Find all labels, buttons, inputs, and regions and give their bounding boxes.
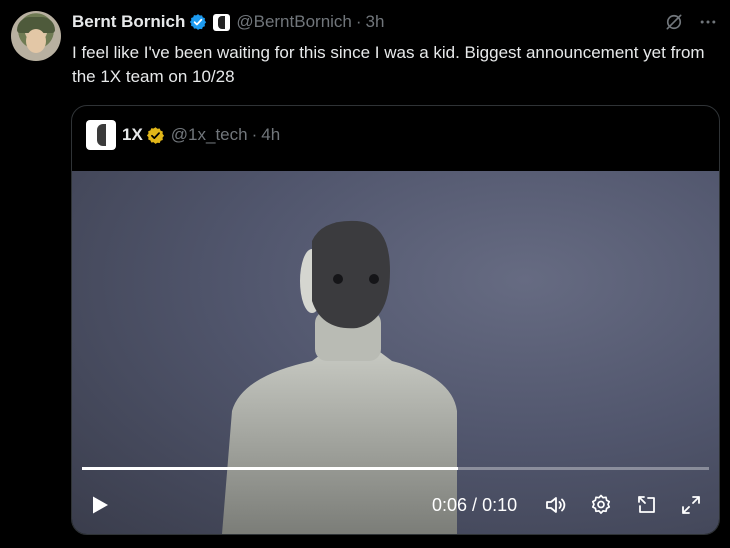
video-current-time: 0:06 <box>432 495 468 515</box>
author-name[interactable]: Bernt Bornich <box>72 12 185 32</box>
video-frame-robot <box>222 220 457 534</box>
author-handle[interactable]: @BerntBornich <box>236 12 352 32</box>
picture-in-picture-icon[interactable] <box>635 493 659 517</box>
quoted-author-name[interactable]: 1X <box>122 125 143 145</box>
settings-gear-icon[interactable] <box>589 493 613 517</box>
author-avatar[interactable] <box>11 11 61 61</box>
affiliation-badge-icon[interactable] <box>213 13 231 31</box>
tweet-time[interactable]: 3h <box>366 12 385 32</box>
tweet-header: Bernt Bornich @BerntBornich · 3h <box>72 12 384 32</box>
quoted-tweet[interactable]: 1X @1x_tech · 4h 0:06 / 0:10 <box>71 105 720 535</box>
separator-dot: · <box>355 12 362 31</box>
play-icon[interactable] <box>88 493 112 517</box>
video-duration: 0:10 <box>482 495 518 515</box>
video-timecode: 0:06 / 0:10 <box>432 495 517 516</box>
more-dots-icon[interactable] <box>698 12 718 32</box>
video-progress-fill <box>82 467 459 470</box>
verified-badge-icon[interactable] <box>189 13 207 31</box>
gold-verified-badge-icon[interactable] <box>146 126 165 145</box>
quoted-tweet-time[interactable]: 4h <box>261 125 280 145</box>
video-time-separator: / <box>467 495 483 515</box>
quoted-tweet-header: 1X @1x_tech · 4h <box>86 120 280 150</box>
fullscreen-icon[interactable] <box>679 493 703 517</box>
video-controls: 0:06 / 0:10 <box>72 485 719 525</box>
avatar-face <box>26 29 46 53</box>
video-progress-bar[interactable] <box>82 467 709 470</box>
quoted-author-handle[interactable]: @1x_tech <box>171 125 248 145</box>
quoted-separator-dot: · <box>251 125 258 144</box>
video-player[interactable]: 0:06 / 0:10 <box>72 171 719 534</box>
tweet-text: I feel like I've been waiting for this s… <box>72 43 705 86</box>
volume-icon[interactable] <box>544 493 568 517</box>
grok-icon[interactable] <box>664 12 684 32</box>
quoted-author-avatar[interactable] <box>86 120 116 150</box>
